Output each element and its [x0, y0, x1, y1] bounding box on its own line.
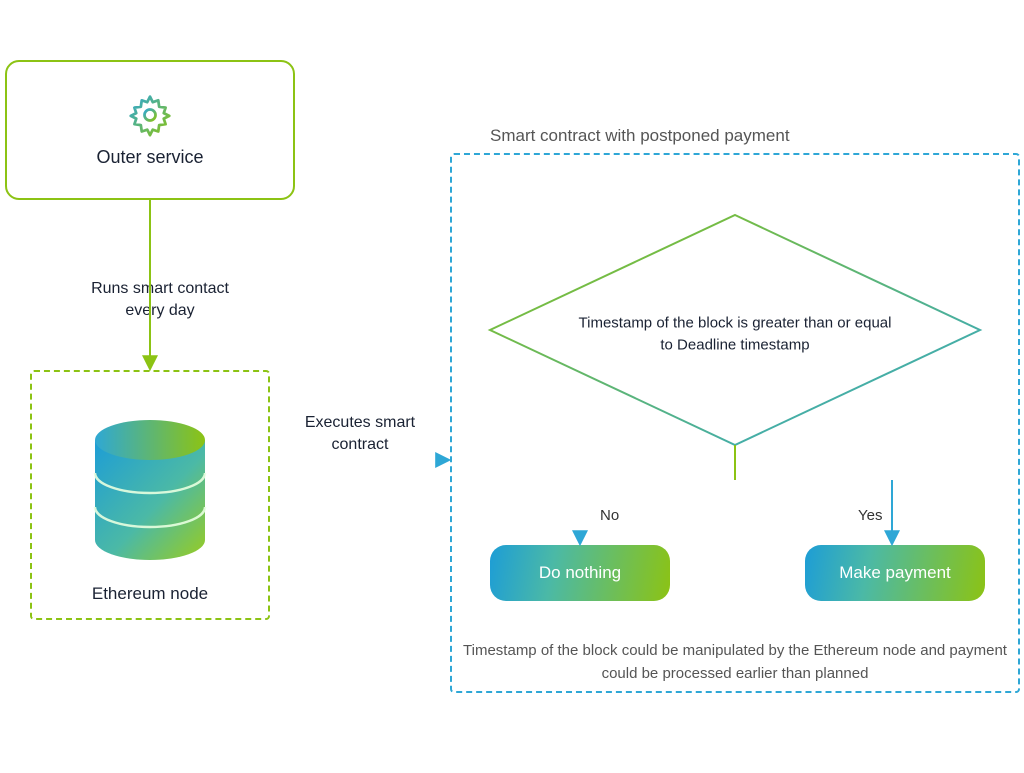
decision-text: Timestamp of the block is greater than o… — [575, 312, 895, 357]
smart-contract-title: Smart contract with postponed payment — [490, 126, 790, 146]
yes-branch-label: Yes — [858, 507, 882, 524]
ethereum-node-box: Ethereum node — [30, 370, 270, 620]
risk-note: Timestamp of the block could be manipula… — [460, 640, 1010, 685]
run-label: Runs smart contact every day — [70, 278, 250, 323]
diagram-root: Outer service Runs smart contact every d… — [0, 0, 1024, 773]
database-cylinder-icon — [85, 415, 215, 565]
make-payment-action: Make payment — [805, 545, 985, 601]
no-branch-label: No — [600, 507, 619, 524]
outer-service-label: Outer service — [96, 147, 203, 168]
gear-icon — [128, 93, 172, 137]
decision-diamond: Timestamp of the block is greater than o… — [485, 210, 985, 450]
executes-label: Executes smart contract — [285, 412, 435, 457]
make-payment-label: Make payment — [839, 563, 951, 583]
do-nothing-action: Do nothing — [490, 545, 670, 601]
ethereum-node-label: Ethereum node — [92, 584, 208, 604]
do-nothing-label: Do nothing — [539, 563, 621, 583]
outer-service-box: Outer service — [5, 60, 295, 200]
